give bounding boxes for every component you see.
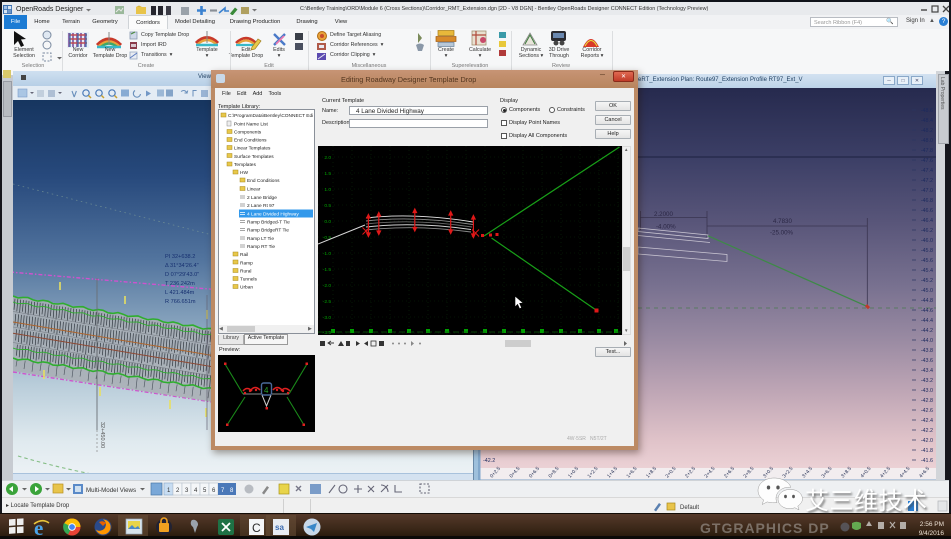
svg-text:2 Lane Rt 97: 2 Lane Rt 97: [247, 203, 275, 209]
svg-text:L 421.484m: L 421.484m: [165, 290, 195, 296]
svg-text:Multi-Model Views: Multi-Model Views: [86, 487, 136, 494]
svg-text:-46.4: -46.4: [921, 218, 933, 224]
svg-text:-48.4: -48.4: [921, 118, 933, 124]
svg-text:Surface Templates: Surface Templates: [234, 154, 274, 160]
svg-text:-2.0: -2.0: [323, 283, 332, 289]
svg-text:-48.6: -48.6: [921, 108, 933, 114]
svg-text:-48.2: -48.2: [921, 128, 933, 134]
svg-text:-44.2: -44.2: [921, 328, 933, 334]
svg-text:-43.6: -43.6: [921, 358, 933, 364]
svg-text:2.2000: 2.2000: [654, 211, 673, 218]
svg-text:2 Lane Bridge: 2 Lane Bridge: [247, 195, 277, 201]
svg-text:4: 4: [264, 386, 269, 395]
svg-text:-1.0: -1.0: [323, 251, 332, 257]
svg-text:0.0: 0.0: [324, 219, 331, 225]
svg-text:GTGRAPHICS DP: GTGRAPHICS DP: [700, 520, 830, 536]
svg-text:-42.2: -42.2: [483, 458, 495, 464]
svg-text:-44.8: -44.8: [921, 298, 933, 304]
svg-text:-47.2: -47.2: [921, 178, 933, 184]
svg-text:1.5: 1.5: [324, 171, 331, 177]
svg-text:Rural: Rural: [240, 269, 251, 275]
svg-text:Δ 31°34'26.4": Δ 31°34'26.4": [165, 263, 199, 269]
svg-text:sa: sa: [275, 523, 284, 532]
svg-text:-2.5: -2.5: [323, 299, 332, 305]
svg-text:Point Name List: Point Name List: [234, 122, 269, 128]
svg-text:-43.2: -43.2: [921, 378, 933, 384]
svg-text:-3.5: -3.5: [323, 330, 332, 335]
svg-text:Tunnels: Tunnels: [240, 277, 257, 283]
svg-text:Components: Components: [234, 130, 262, 136]
svg-text:Templates: Templates: [234, 162, 256, 168]
svg-text:-46.6: -46.6: [921, 208, 933, 214]
svg-text:-45.6: -45.6: [921, 258, 933, 264]
svg-text:-46.8: -46.8: [921, 198, 933, 204]
svg-text:2.0: 2.0: [324, 155, 331, 161]
svg-text:Ramp LT Tie: Ramp LT Tie: [247, 236, 274, 242]
svg-text:Ramp BridgeRT Tie: Ramp BridgeRT Tie: [247, 228, 289, 234]
svg-text:-4.00%: -4.00%: [656, 224, 676, 231]
svg-text:PI 32+638.2: PI 32+638.2: [165, 254, 195, 260]
svg-text:1.0: 1.0: [324, 187, 331, 193]
svg-text:-41.8: -41.8: [921, 448, 933, 454]
svg-text:Urban: Urban: [240, 285, 253, 291]
svg-text:-1.5: -1.5: [323, 267, 332, 273]
svg-text:D 07°29'43.0": D 07°29'43.0": [165, 272, 199, 278]
svg-text:C:\ProgramData\Bentley\CONNECT: C:\ProgramData\Bentley\CONNECT Edi: [228, 113, 313, 119]
svg-text:Default: Default: [680, 505, 699, 511]
svg-text:-25.00%: -25.00%: [770, 230, 794, 237]
svg-text:End Conditions: End Conditions: [247, 178, 280, 184]
svg-text:-47.8: -47.8: [921, 148, 933, 154]
svg-text:Linear Templates: Linear Templates: [234, 146, 271, 152]
svg-text:R 766.651m: R 766.651m: [165, 299, 196, 305]
svg-text:-43.0: -43.0: [921, 388, 933, 394]
svg-text:-45.4: -45.4: [921, 268, 933, 274]
svg-text:-45.2: -45.2: [921, 278, 933, 284]
svg-text:-41.6: -41.6: [921, 458, 933, 464]
svg-text:-45.0: -45.0: [921, 288, 933, 294]
svg-text:-44.6: -44.6: [921, 308, 933, 314]
svg-text:-48.0: -48.0: [921, 138, 933, 144]
svg-text:T 236.242m: T 236.242m: [165, 281, 195, 287]
svg-text:32+450.00: 32+450.00: [99, 422, 105, 448]
svg-text:0.5: 0.5: [324, 203, 331, 209]
svg-text:-43.8: -43.8: [921, 348, 933, 354]
svg-text:2:56 PM: 2:56 PM: [920, 521, 944, 528]
svg-text:HW: HW: [240, 170, 248, 176]
svg-text:-3.0: -3.0: [323, 315, 332, 321]
svg-text:Rail: Rail: [240, 252, 248, 258]
svg-text:-42.0: -42.0: [921, 438, 933, 444]
svg-text:-47.0: -47.0: [921, 188, 933, 194]
svg-text:-43.4: -43.4: [921, 368, 933, 374]
svg-text:-47.4: -47.4: [921, 168, 933, 174]
svg-text:Ramp: Ramp: [240, 261, 253, 267]
svg-text:-42.2: -42.2: [921, 428, 933, 434]
svg-text:C: C: [252, 521, 261, 535]
svg-text:End Conditions: End Conditions: [234, 138, 267, 144]
svg-text:-44.0: -44.0: [921, 338, 933, 344]
svg-text:4 Lane Divided Highway: 4 Lane Divided Highway: [247, 212, 299, 218]
svg-text:-46.0: -46.0: [921, 238, 933, 244]
svg-text:-47.6: -47.6: [921, 158, 933, 164]
svg-text:-45.8: -45.8: [921, 248, 933, 254]
svg-text:-42.4: -42.4: [921, 418, 933, 424]
svg-text:4.7830: 4.7830: [773, 218, 792, 225]
svg-text:-44.4: -44.4: [921, 318, 933, 324]
svg-text:-42.8: -42.8: [921, 398, 933, 404]
svg-text:Linear: Linear: [247, 187, 261, 193]
svg-text:-46.2: -46.2: [921, 228, 933, 234]
svg-text:Ramp Bridged-T Tie: Ramp Bridged-T Tie: [247, 220, 290, 226]
svg-text:Ramp RT Tie: Ramp RT Tie: [247, 244, 275, 250]
svg-text:-42.6: -42.6: [921, 408, 933, 414]
